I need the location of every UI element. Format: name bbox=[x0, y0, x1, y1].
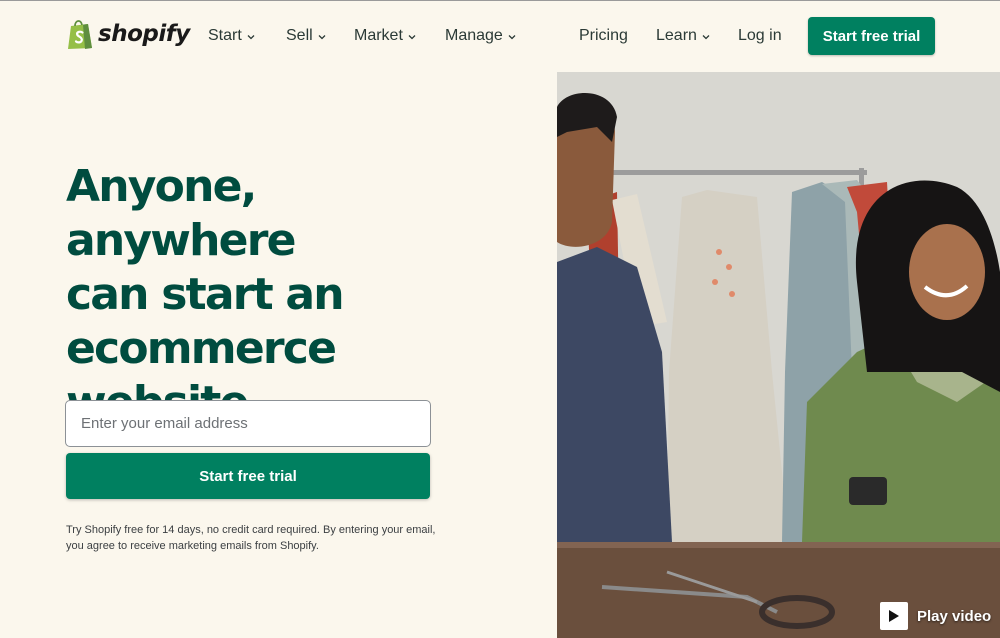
chevron-down-icon bbox=[247, 34, 255, 39]
trial-disclaimer: Try Shopify free for 14 days, no credit … bbox=[66, 524, 436, 552]
chevron-down-icon bbox=[702, 34, 710, 39]
play-video-button[interactable]: Play video bbox=[880, 602, 991, 630]
nav-market[interactable]: Market bbox=[354, 27, 417, 45]
nav-pricing[interactable]: Pricing bbox=[579, 27, 628, 45]
nav-start-label: Start bbox=[208, 27, 242, 44]
play-video-label: Play video bbox=[917, 607, 992, 625]
header-start-trial-button[interactable]: Start free trial bbox=[808, 17, 935, 55]
hero-heading-line: can start an bbox=[66, 269, 345, 320]
chevron-down-icon bbox=[408, 34, 416, 39]
hero-heading: Anyone, anywhere can start an ecommerce … bbox=[66, 160, 486, 430]
hero-heading-line: ecommerce bbox=[66, 323, 337, 374]
nav-login-label: Log in bbox=[738, 27, 782, 44]
nav-manage[interactable]: Manage bbox=[445, 27, 517, 45]
chevron-down-icon bbox=[508, 34, 516, 39]
nav-learn-label: Learn bbox=[656, 27, 697, 44]
nav-market-label: Market bbox=[354, 27, 403, 44]
hero-start-trial-button[interactable]: Start free trial bbox=[66, 453, 430, 499]
nav-start[interactable]: Start bbox=[208, 27, 256, 45]
hero-heading-line: Anyone, anywhere bbox=[66, 161, 296, 266]
play-icon bbox=[880, 602, 908, 630]
window-top-border bbox=[0, 0, 1000, 1]
nav-manage-label: Manage bbox=[445, 27, 503, 44]
nav-learn[interactable]: Learn bbox=[656, 27, 711, 45]
hero-photo-illustration bbox=[557, 72, 1000, 638]
nav-pricing-label: Pricing bbox=[579, 27, 628, 44]
email-input[interactable] bbox=[65, 400, 431, 447]
nav-login[interactable]: Log in bbox=[738, 27, 782, 45]
nav-sell[interactable]: Sell bbox=[286, 27, 327, 45]
nav-sell-label: Sell bbox=[286, 27, 313, 44]
shopping-bag-logo-icon bbox=[68, 20, 92, 49]
hero-photo bbox=[557, 72, 1000, 638]
chevron-down-icon bbox=[318, 34, 326, 39]
logo-wordmark: shopify bbox=[98, 21, 190, 47]
shopify-logo[interactable]: shopify bbox=[66, 18, 190, 50]
